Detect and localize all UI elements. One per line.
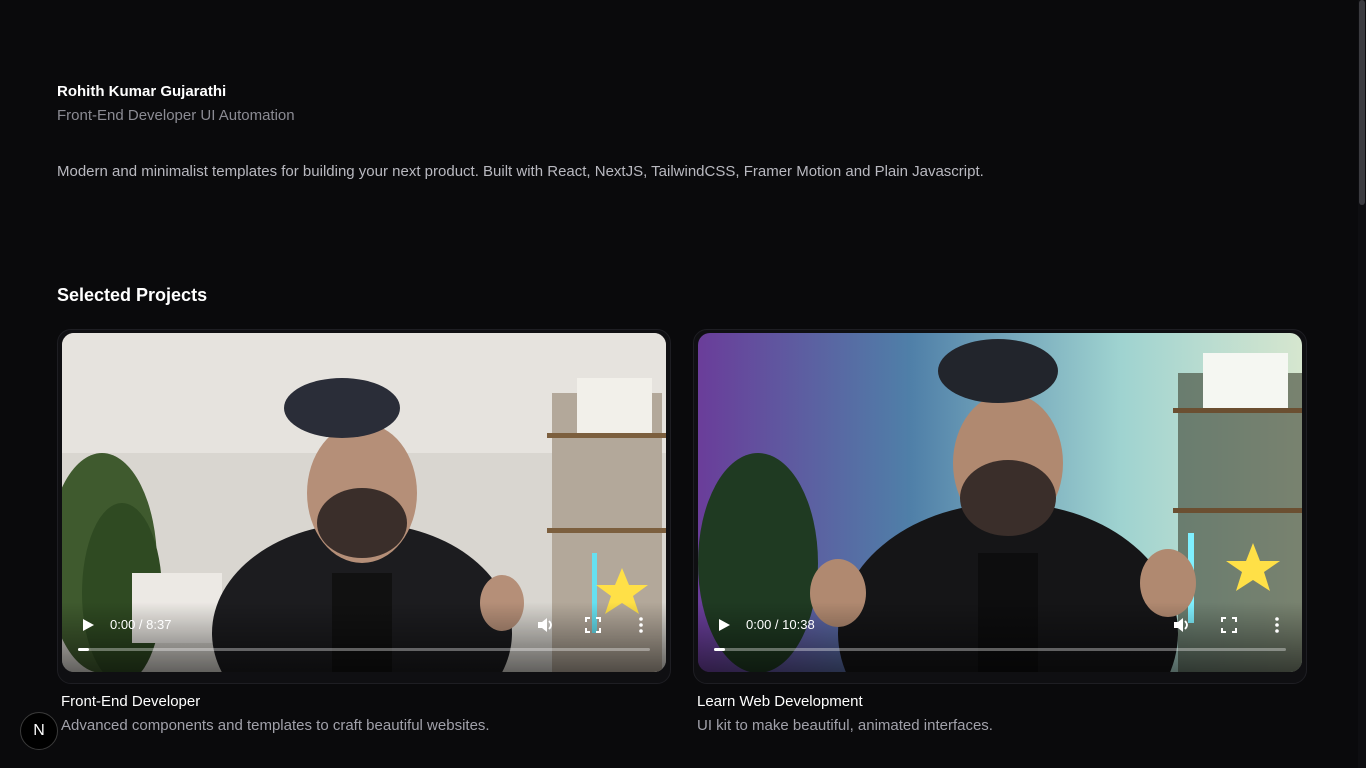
section-heading: Selected Projects [57, 285, 208, 305]
video-time: 0:00 / 10:38 [746, 617, 815, 632]
fullscreen-icon[interactable] [1221, 617, 1237, 633]
page-scrollbar[interactable] [1358, 0, 1366, 768]
profile-intro: Modern and minimalist templates for buil… [57, 163, 984, 180]
more-options-icon[interactable] [636, 616, 646, 634]
project-card: 0:00 / 10:38 [693, 329, 1307, 684]
fullscreen-icon[interactable] [585, 617, 601, 633]
video-player[interactable]: 0:00 / 8:37 [62, 333, 666, 672]
project-description: Advanced components and templates to cra… [61, 717, 490, 734]
video-progress-bar[interactable] [78, 648, 650, 651]
profile-role: Front-End Developer UI Automation [57, 107, 295, 124]
volume-icon[interactable] [536, 616, 556, 634]
project-title[interactable]: Front-End Developer [61, 693, 200, 710]
volume-icon[interactable] [1172, 616, 1192, 634]
video-time: 0:00 / 8:37 [110, 617, 172, 632]
video-progress-fill [78, 648, 90, 651]
project-title[interactable]: Learn Web Development [697, 693, 863, 710]
more-options-icon[interactable] [1272, 616, 1282, 634]
video-progress-fill [714, 648, 726, 651]
play-icon[interactable] [714, 615, 734, 635]
project-card: 0:00 / 8:37 [57, 329, 671, 684]
video-player[interactable]: 0:00 / 10:38 [698, 333, 1302, 672]
scrollbar-thumb[interactable] [1359, 0, 1365, 205]
play-icon[interactable] [78, 615, 98, 635]
controls-overlay [698, 602, 1302, 672]
controls-overlay [62, 602, 666, 672]
profile-name: Rohith Kumar Gujarathi [57, 83, 227, 100]
nextjs-badge-icon[interactable]: N [20, 712, 58, 750]
project-description: UI kit to make beautiful, animated inter… [697, 717, 993, 734]
badge-letter: N [33, 722, 45, 739]
video-progress-bar[interactable] [714, 648, 1286, 651]
